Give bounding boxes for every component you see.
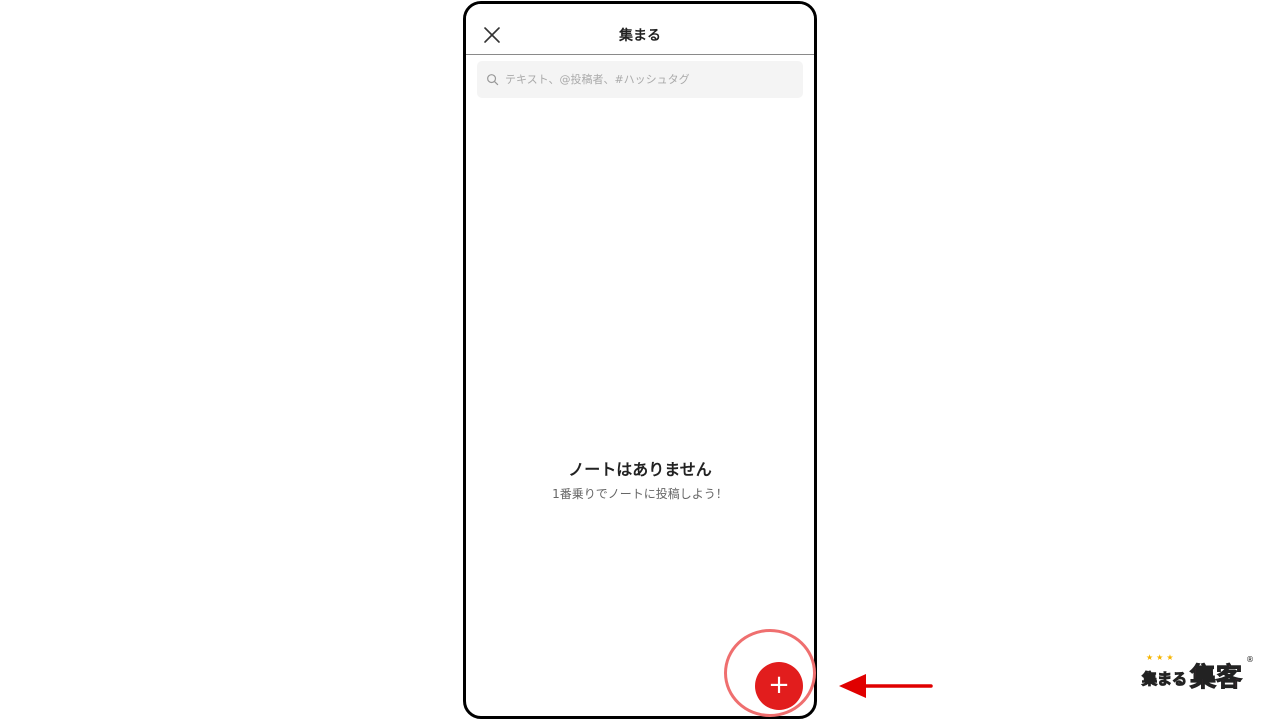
search-input[interactable] [505, 61, 795, 98]
screenshot-stage: 集まる ノートはありません 1番乗りでノートに投稿しよう！ + ★★★ 集まる … [0, 0, 1280, 720]
phone-frame: 集まる ノートはありません 1番乗りでノートに投稿しよう！ + [463, 1, 817, 719]
empty-state-subtitle: 1番乗りでノートに投稿しよう！ [552, 487, 728, 501]
page-title: 集まる [619, 28, 661, 44]
add-note-button[interactable]: + [755, 662, 803, 710]
left-arrow-icon [839, 674, 933, 698]
search-icon [487, 74, 499, 86]
logo-registered-mark: ® [1246, 655, 1254, 664]
logo-stars: ★★★ [1146, 653, 1177, 662]
search-box[interactable] [477, 61, 803, 98]
logo-text-accent: 集客 [1189, 663, 1243, 694]
empty-state-title: ノートはありません [568, 460, 712, 479]
logo-text-main: 集まる [1141, 670, 1188, 689]
brand-logo: ★★★ 集まる 集客 ® [1140, 653, 1258, 695]
header-bar: 集まる [466, 4, 814, 55]
empty-state: ノートはありません 1番乗りでノートに投稿しよう！ [466, 458, 814, 502]
